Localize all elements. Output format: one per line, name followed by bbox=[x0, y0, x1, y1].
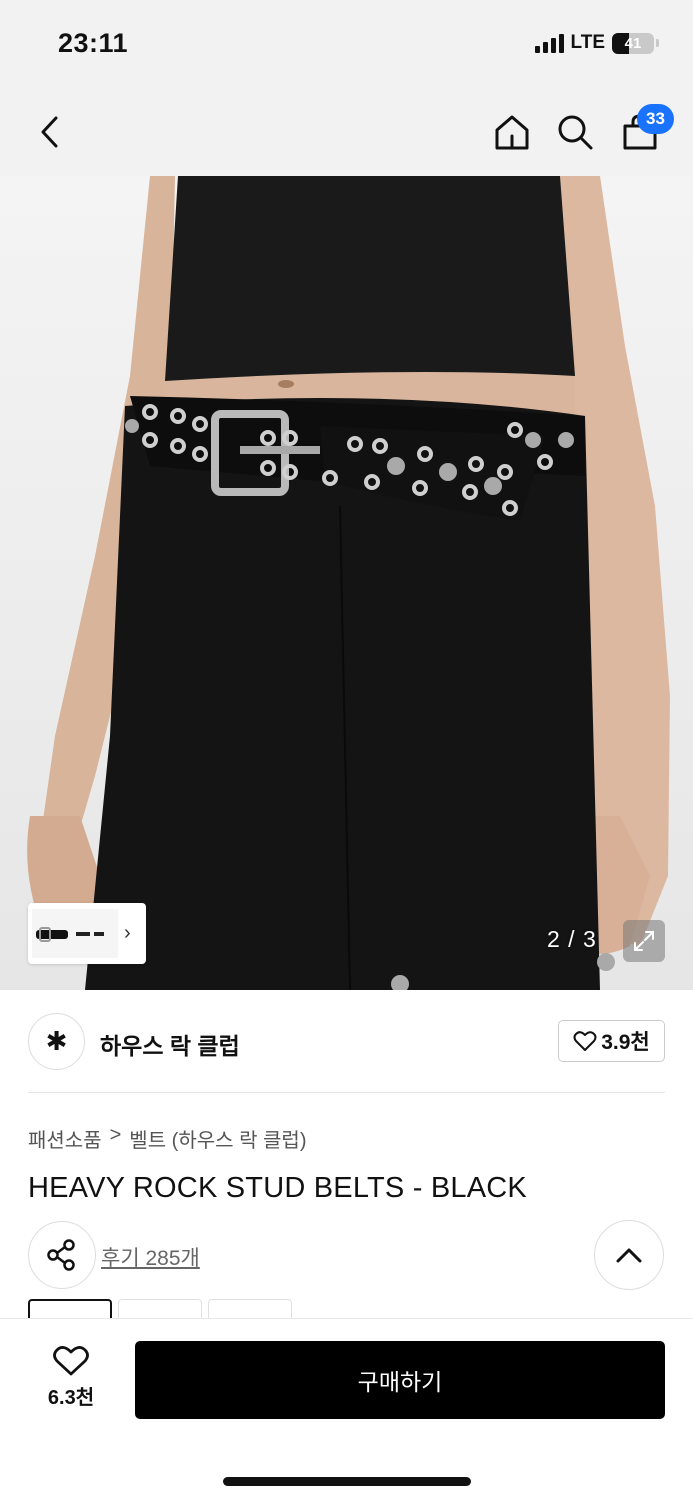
search-button[interactable] bbox=[549, 106, 601, 158]
chevron-right-icon: › bbox=[124, 922, 131, 944]
bottom-action-bar: 6.3천 구매하기 bbox=[0, 1318, 693, 1500]
breadcrumb-category[interactable]: 패션소품 bbox=[28, 1124, 102, 1153]
signal-icon bbox=[534, 33, 564, 53]
search-icon bbox=[558, 115, 593, 150]
expand-icon bbox=[634, 931, 654, 951]
back-button[interactable] bbox=[24, 106, 76, 158]
home-button[interactable] bbox=[486, 106, 538, 158]
cart-count-badge: 33 bbox=[637, 104, 674, 134]
status-bar: 23:11 LTE 41 bbox=[0, 0, 693, 88]
brand-like-button[interactable]: 3.9천 bbox=[558, 1020, 665, 1062]
thumbnail-image bbox=[32, 909, 118, 958]
network-label: LTE bbox=[570, 32, 605, 53]
product-photo bbox=[0, 176, 693, 990]
detail-tab[interactable] bbox=[208, 1299, 292, 1319]
share-button[interactable] bbox=[28, 1221, 96, 1289]
product-image[interactable] bbox=[0, 176, 693, 990]
breadcrumb: 패션소품 > 벨트 (하우스 락 클럽) bbox=[28, 1124, 307, 1153]
detail-tab[interactable] bbox=[28, 1299, 112, 1319]
expand-image-button[interactable] bbox=[623, 920, 665, 962]
divider bbox=[28, 1092, 665, 1093]
home-indicator bbox=[223, 1477, 471, 1486]
brand-logo[interactable]: ✱ bbox=[28, 1013, 85, 1070]
brand-name[interactable]: 하우스 락 클럽 bbox=[100, 1027, 240, 1061]
breadcrumb-separator: > bbox=[109, 1124, 122, 1146]
thumbnail-card[interactable]: › bbox=[28, 903, 146, 964]
detail-tabs bbox=[28, 1299, 292, 1319]
battery-level: 41 bbox=[624, 34, 642, 52]
home-icon bbox=[495, 115, 529, 150]
status-indicators: LTE 41 bbox=[534, 32, 659, 54]
heart-icon bbox=[573, 1031, 597, 1051]
battery-icon: 41 bbox=[612, 32, 654, 54]
breadcrumb-subcategory[interactable]: 벨트 (하우스 락 클럽) bbox=[129, 1124, 306, 1153]
image-pager: 2 / 3 bbox=[547, 926, 597, 952]
top-nav-bar bbox=[0, 88, 693, 176]
wishlist-button[interactable]: 6.3천 bbox=[28, 1345, 114, 1410]
status-time: 23:11 bbox=[58, 28, 129, 58]
wishlist-count: 6.3천 bbox=[47, 1387, 95, 1409]
buy-button[interactable]: 구매하기 bbox=[135, 1341, 665, 1419]
detail-tab[interactable] bbox=[118, 1299, 202, 1319]
heart-icon bbox=[53, 1346, 89, 1376]
chevron-up-icon bbox=[616, 1248, 642, 1263]
brand-like-count: 3.9천 bbox=[601, 1031, 650, 1054]
review-link[interactable]: 후기 285개 bbox=[101, 1242, 200, 1272]
scroll-top-button[interactable] bbox=[594, 1220, 664, 1290]
share-icon bbox=[47, 1239, 75, 1271]
chevron-left-icon bbox=[41, 116, 58, 148]
product-title: HEAVY ROCK STUD BELTS - BLACK bbox=[28, 1172, 527, 1204]
brand-row: ✱ 하우스 락 클럽 3.9천 bbox=[28, 1013, 665, 1073]
